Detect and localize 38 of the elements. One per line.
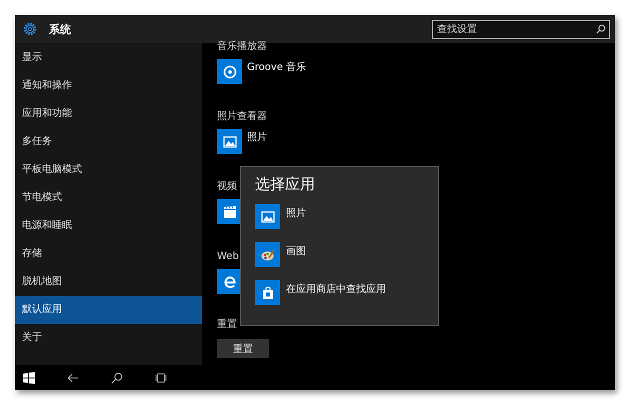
photo-tile-icon[interactable] — [217, 129, 242, 154]
sidebar-item[interactable]: 显示 — [15, 44, 202, 72]
sidebar-item[interactable]: 通知和操作 — [15, 72, 202, 100]
sidebar-item[interactable]: 节电模式 — [15, 184, 202, 212]
store-tile-icon[interactable] — [255, 280, 280, 305]
settings-icon — [22, 21, 38, 37]
window-title: 系统 — [49, 22, 71, 36]
sidebar-item[interactable]: 多任务 — [15, 128, 202, 156]
sidebar-item[interactable]: 关于 — [15, 324, 202, 352]
sidebar-item[interactable]: 默认应用 — [15, 296, 202, 324]
back-arrow-icon[interactable] — [67, 372, 79, 384]
app-option[interactable]: 照片 — [286, 206, 306, 220]
sidebar-item[interactable]: 脱机地图 — [15, 268, 202, 296]
app-name: Groove 音乐 — [247, 60, 306, 74]
video-tile-icon[interactable] — [217, 199, 242, 224]
sidebar-item[interactable]: 应用和功能 — [15, 100, 202, 128]
search-icon — [596, 24, 606, 34]
app-option[interactable]: 在应用商店中查找应用 — [286, 282, 386, 296]
task-view-icon[interactable] — [155, 372, 167, 384]
section-heading: Web — [217, 251, 239, 264]
paint-tile-icon[interactable] — [255, 242, 280, 267]
search-icon[interactable] — [111, 372, 123, 384]
photo-tile-icon[interactable] — [255, 204, 280, 229]
app-option[interactable]: 画图 — [286, 244, 306, 258]
section-heading: 视频 — [217, 181, 237, 194]
section-heading: 重置 — [217, 319, 237, 332]
sidebar-item[interactable]: 电源和睡眠 — [15, 212, 202, 240]
reset-button[interactable]: 重置 — [217, 339, 269, 358]
app-name: 照片 — [247, 130, 267, 144]
section-heading: 照片查看器 — [217, 111, 267, 124]
sidebar-item[interactable]: 存储 — [15, 240, 202, 268]
windows-icon[interactable] — [23, 372, 35, 384]
search-field[interactable]: 查找设置 — [432, 20, 610, 38]
music-tile-icon[interactable] — [217, 59, 242, 84]
edge-tile-icon[interactable] — [217, 269, 242, 294]
sidebar-item[interactable]: 平板电脑模式 — [15, 156, 202, 184]
section-heading: 音乐播放器 — [217, 41, 267, 54]
popup-title: 选择应用 — [255, 175, 316, 194]
